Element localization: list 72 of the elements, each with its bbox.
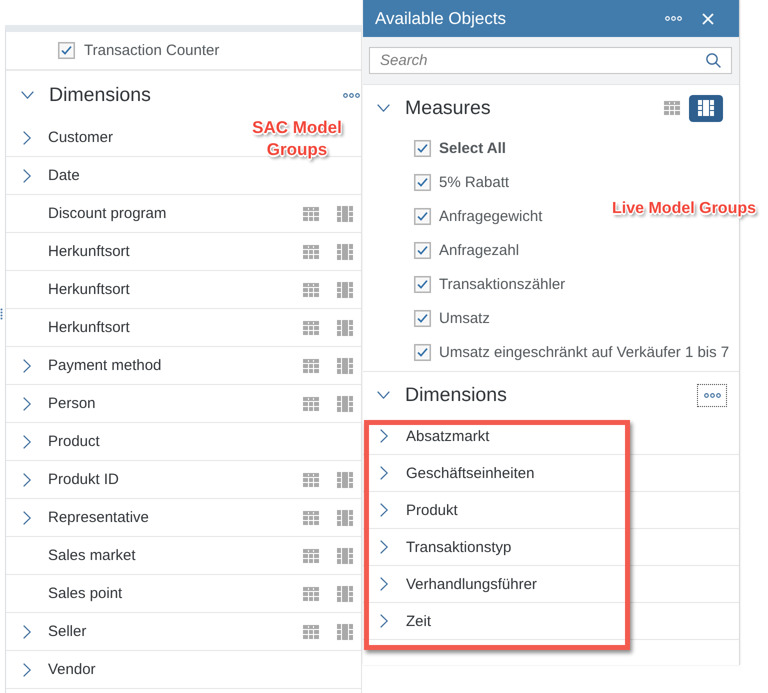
checkbox[interactable]	[414, 174, 431, 190]
dimension-label[interactable]: Transaktionstyp	[406, 538, 512, 556]
checkbox[interactable]	[58, 42, 75, 59]
chevron-down-icon[interactable]	[377, 391, 390, 399]
search-field[interactable]: Search	[369, 47, 732, 74]
chevron-down-icon[interactable]	[21, 91, 34, 99]
checkbox[interactable]	[414, 208, 431, 224]
dimension-label[interactable]: Herkunftsort	[48, 281, 130, 298]
checkbox-label: Umsatz	[439, 310, 490, 326]
dimension-label[interactable]: Date	[48, 167, 80, 184]
close-icon[interactable]	[702, 12, 714, 24]
dimension-label[interactable]: Person	[48, 395, 96, 412]
chevron-right-icon[interactable]	[23, 662, 31, 676]
dimension-label[interactable]: Vendor	[48, 661, 96, 678]
checkbox[interactable]	[414, 276, 431, 292]
callout-label: Live Model Groups	[612, 199, 756, 219]
checkbox-label: Transaction Counter	[84, 42, 220, 59]
dimension-label[interactable]: Representative	[48, 509, 149, 526]
search-icon[interactable]	[706, 53, 721, 68]
chevron-right-icon[interactable]	[380, 540, 388, 554]
dimension-label[interactable]: Herkunftsort	[48, 243, 130, 260]
columns-view-button[interactable]	[689, 94, 723, 122]
checkbox[interactable]	[414, 242, 431, 258]
section-title: Dimensions	[49, 84, 151, 106]
checkbox-label: Anfragegewicht	[439, 208, 542, 224]
dimension-label[interactable]: Geschäftseinheiten	[406, 464, 534, 482]
dimension-label[interactable]: Customer	[48, 129, 114, 146]
table-icon	[664, 101, 680, 115]
dimension-label[interactable]: Payment method	[48, 357, 162, 374]
chevron-right-icon[interactable]	[23, 624, 31, 638]
chevron-right-icon[interactable]	[380, 577, 388, 591]
chevron-right-icon[interactable]	[23, 358, 31, 372]
callout-label: SAC Model Groups	[251, 117, 343, 162]
checkbox-label: Select All	[439, 140, 506, 156]
checkbox-label: Umsatz eingeschränkt auf Verkäufer 1 bis 7	[439, 344, 730, 360]
chevron-right-icon[interactable]	[23, 434, 31, 448]
dimension-label[interactable]: Discount program	[48, 205, 166, 222]
dimension-label[interactable]: Produkt ID	[48, 471, 119, 488]
chevron-right-icon[interactable]	[23, 130, 31, 144]
dimension-label[interactable]: Produkt	[406, 502, 458, 518]
chevron-right-icon[interactable]	[23, 472, 31, 486]
chevron-right-icon[interactable]	[23, 168, 31, 182]
chevron-right-icon[interactable]	[380, 614, 388, 628]
checkbox[interactable]	[414, 140, 431, 156]
chevron-right-icon[interactable]	[23, 510, 31, 524]
dimension-label[interactable]: Product	[48, 433, 100, 450]
checkbox[interactable]	[414, 344, 431, 360]
checkbox-label: Anfragezahl	[439, 242, 520, 258]
grip-icon[interactable]	[0, 308, 3, 320]
panel-title: Available Objects	[375, 8, 506, 28]
chevron-right-icon[interactable]	[380, 503, 388, 517]
chevron-right-icon[interactable]	[380, 429, 388, 443]
more-icon[interactable]	[665, 16, 682, 21]
section-title: Dimensions	[405, 384, 507, 406]
checkbox-label: 5% Rabatt	[439, 174, 510, 190]
more-icon[interactable]	[704, 392, 720, 398]
dimension-label[interactable]: Absatzmarkt	[406, 428, 490, 444]
more-icon[interactable]	[343, 92, 360, 98]
columns-icon	[698, 100, 714, 116]
checkbox[interactable]	[414, 310, 431, 326]
checkbox-label: Transaktionszähler	[439, 276, 566, 292]
dimension-label[interactable]: Sales market	[48, 547, 136, 564]
chevron-right-icon[interactable]	[380, 466, 388, 480]
dimension-label[interactable]: Sales point	[48, 585, 122, 602]
more-button[interactable]	[697, 384, 727, 406]
chevron-right-icon[interactable]	[23, 396, 31, 410]
dimension-label[interactable]: Zeit	[406, 612, 432, 630]
chevron-down-icon[interactable]	[377, 104, 390, 112]
dimension-label[interactable]: Herkunftsort	[48, 319, 130, 336]
section-title: Measures	[405, 96, 491, 120]
dimension-label[interactable]: Seller	[48, 623, 86, 640]
dimension-label[interactable]: Verhandlungsführer	[406, 576, 537, 592]
